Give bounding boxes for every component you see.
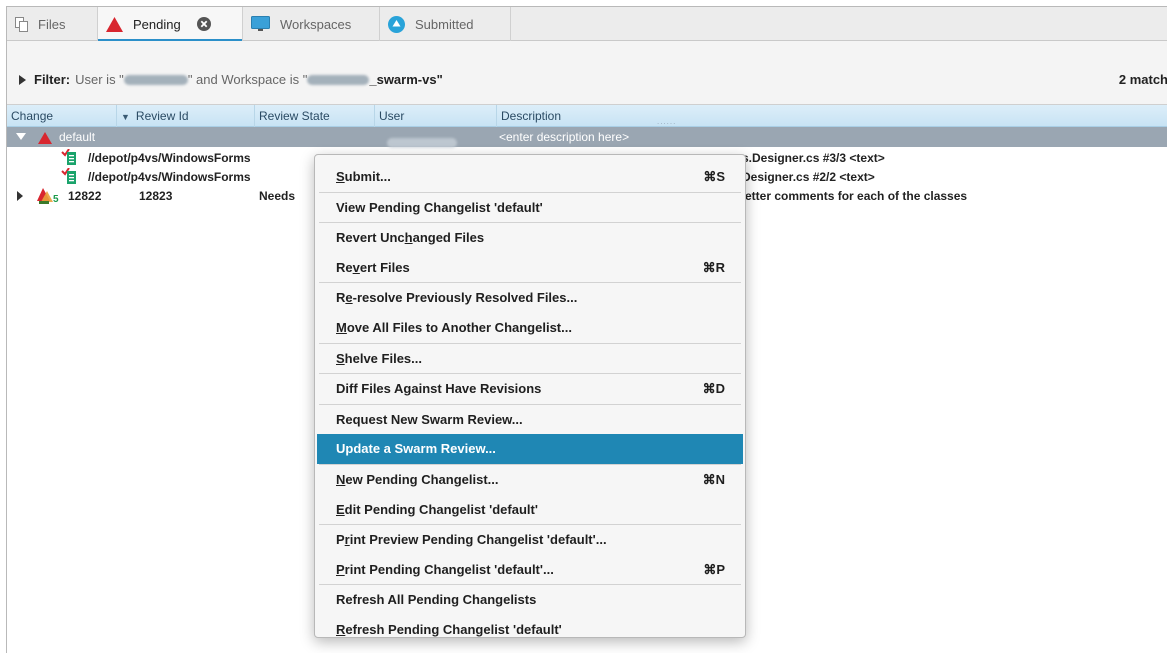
- context-menu: Submit... ⌘S View Pending Changelist 'defa…: [314, 154, 746, 638]
- tab-files[interactable]: Files: [7, 7, 97, 41]
- column-description[interactable]: Description: [497, 105, 1167, 127]
- tab-pending[interactable]: Pending: [97, 7, 243, 42]
- column-user[interactable]: User: [375, 105, 497, 127]
- disclosure-triangle-icon[interactable]: [19, 74, 26, 85]
- review-state: Needs: [259, 189, 296, 203]
- column-review-state[interactable]: Review State: [255, 105, 375, 127]
- tab-pending-label: Pending: [133, 16, 181, 32]
- changelist-number: 12822: [68, 189, 102, 203]
- file-edit-icon: [61, 167, 77, 186]
- column-resize-grip[interactable]: ......: [657, 117, 676, 126]
- review-id: 12823: [139, 189, 173, 203]
- menu-item-submit[interactable]: Submit... ⌘S: [315, 162, 745, 192]
- filter-label: Filter:: [34, 72, 71, 87]
- column-header: Change ▼ Review Id Review State User Desc…: [7, 105, 1167, 127]
- menu-item-print-preview-changelist[interactable]: Print Preview Pending Changelist 'defaul…: [315, 525, 745, 555]
- pending-changelist-icon: [38, 130, 52, 144]
- menu-item-revert-unchanged-files[interactable]: Revert Unchanged Files: [315, 223, 745, 253]
- tab-divider: [510, 7, 511, 41]
- menu-item-shelve-files[interactable]: Shelve Files...: [315, 344, 745, 374]
- tab-submitted[interactable]: Submitted: [380, 7, 510, 41]
- menu-item-diff-against-have[interactable]: Diff Files Against Have Revisions ⌘D: [315, 374, 745, 404]
- menu-item-view-pending-changelist[interactable]: View Pending Changelist 'default': [315, 193, 745, 223]
- filter-bar: Filter: User is " " and Workspace is " _…: [7, 41, 1167, 105]
- menu-item-update-swarm-review[interactable]: Update a Swarm Review...: [317, 434, 743, 464]
- column-review-id[interactable]: ▼ Review Id: [117, 105, 255, 127]
- tab-workspaces[interactable]: Workspaces: [243, 7, 379, 41]
- file-path: //depot/p4vs/WindowsForms: [88, 151, 251, 165]
- sort-down-icon: ▼: [121, 112, 130, 122]
- tab-workspaces-label: Workspaces: [280, 16, 352, 32]
- expand-right-icon[interactable]: [17, 191, 23, 201]
- file-path: //depot/p4vs/WindowsForms: [88, 170, 251, 184]
- pending-triangle-icon: [106, 16, 123, 32]
- tab-bar: Files Pending Workspaces Submitted: [7, 7, 1167, 42]
- pending-window: Files Pending Workspaces Submitted Filte…: [6, 6, 1167, 653]
- tab-files-label: Files: [38, 16, 66, 32]
- table-row-default[interactable]: default <enter description here>: [7, 127, 1167, 148]
- filter-text-workspace: " and Workspace is ": [187, 72, 308, 87]
- redacted-user: [387, 132, 457, 148]
- filter-text-user: User is ": [75, 72, 124, 87]
- menu-item-refresh-all-pending[interactable]: Refresh All Pending Changelists: [315, 585, 745, 615]
- tab-submitted-label: Submitted: [415, 16, 474, 32]
- match-count: 2 match: [1118, 72, 1167, 87]
- submitted-up-icon: [388, 15, 405, 33]
- menu-item-revert-files[interactable]: Revert Files ⌘R: [315, 253, 745, 283]
- file-edit-icon: [61, 148, 77, 167]
- menu-shortcut: ⌘P: [703, 561, 725, 577]
- close-tab-icon[interactable]: [196, 17, 211, 31]
- changelist-name: default: [59, 130, 96, 144]
- filter-text-suffix: _swarm-vs": [369, 72, 443, 87]
- redacted-workspace: [307, 74, 370, 85]
- menu-item-re-resolve-files[interactable]: Re-resolve Previously Resolved Files...: [315, 283, 745, 313]
- file-path-tail: Designer.cs #2/2 <text>: [742, 170, 875, 184]
- menu-item-move-all-files[interactable]: Move All Files to Another Changelist...: [315, 313, 745, 343]
- menu-item-refresh-pending-changelist[interactable]: Refresh Pending Changelist 'default': [315, 615, 745, 645]
- filter-disclosure[interactable]: Filter: User is " " and Workspace is " _…: [19, 72, 443, 87]
- menu-shortcut: ⌘N: [702, 471, 725, 487]
- menu-shortcut: ⌘R: [702, 259, 725, 275]
- menu-item-new-pending-changelist[interactable]: New Pending Changelist... ⌘N: [315, 465, 745, 495]
- files-icon: [15, 16, 28, 32]
- menu-shortcut: ⌘S: [703, 169, 725, 184]
- menu-item-print-changelist[interactable]: Print Pending Changelist 'default'... ⌘P: [315, 555, 745, 585]
- menu-item-edit-pending-changelist[interactable]: Edit Pending Changelist 'default': [315, 495, 745, 525]
- redacted-username: [123, 74, 188, 85]
- menu-shortcut: ⌘D: [702, 381, 725, 397]
- shelved-count-badge: 5: [53, 194, 59, 205]
- column-change[interactable]: Change: [7, 105, 117, 127]
- expand-down-icon[interactable]: [16, 133, 26, 141]
- workspace-monitor-icon: [251, 16, 270, 31]
- file-path-tail: s.Designer.cs #3/3 <text>: [742, 151, 885, 165]
- changelist-description: <enter description here>: [499, 130, 630, 144]
- changelist-description: etter comments for each of the classes: [745, 189, 968, 203]
- menu-item-request-swarm-review[interactable]: Request New Swarm Review...: [315, 405, 745, 435]
